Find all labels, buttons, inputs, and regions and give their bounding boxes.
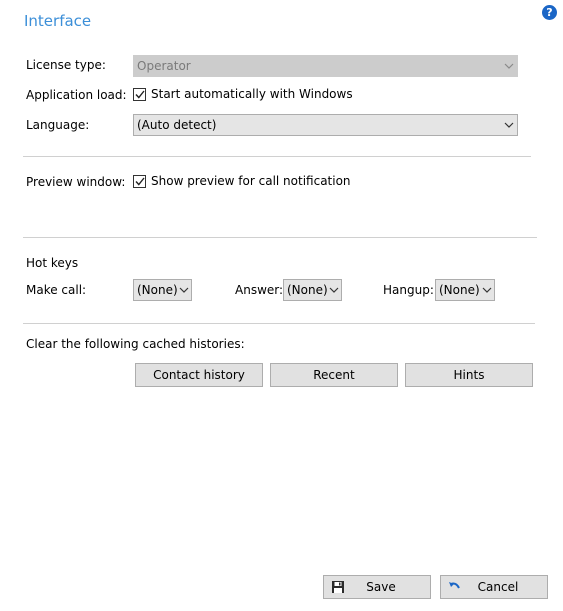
hangup-hotkey-select[interactable]: (None) [435,279,495,301]
clear-cache-heading: Clear the following cached histories: [26,337,245,351]
section-divider [23,237,537,238]
answer-hotkey-select[interactable]: (None) [283,279,342,301]
answer-value: (None) [287,283,328,297]
license-type-select: Operator [133,55,518,77]
chevron-down-icon [178,280,191,300]
clear-hints-button[interactable]: Hints [405,363,533,387]
hangup-label: Hangup: [383,283,434,297]
start-automatically-option[interactable]: Start automatically with Windows [133,87,353,101]
save-button[interactable]: Save [323,575,431,599]
make-call-hotkey-select[interactable]: (None) [133,279,192,301]
clear-contact-history-button[interactable]: Contact history [135,363,263,387]
application-load-label: Application load: [26,88,127,102]
hot-keys-heading: Hot keys [26,256,79,270]
cancel-button-label: Cancel [477,580,519,594]
license-type-value: Operator [137,59,191,73]
interface-settings-panel: Interface ? License type: Operator Appli… [0,0,563,611]
section-divider [23,323,535,324]
start-automatically-label: Start automatically with Windows [151,87,353,101]
show-preview-option[interactable]: Show preview for call notification [133,174,351,188]
show-preview-label: Show preview for call notification [151,174,351,188]
show-preview-checkbox[interactable] [133,174,146,188]
floppy-disk-icon [330,579,346,595]
clear-recent-button[interactable]: Recent [270,363,398,387]
save-button-label: Save [366,580,396,594]
answer-label: Answer: [235,283,284,297]
chevron-down-icon [501,115,517,135]
language-label: Language: [26,118,90,132]
chevron-down-icon [328,280,341,300]
cancel-button[interactable]: Cancel [440,575,548,599]
language-select[interactable]: (Auto detect) [133,114,518,136]
language-value: (Auto detect) [137,118,217,132]
checkmark-icon [134,90,145,99]
help-icon[interactable]: ? [542,5,557,20]
license-type-label: License type: [26,58,106,72]
make-call-value: (None) [137,283,178,297]
hangup-value: (None) [439,283,480,297]
undo-arrow-icon [447,579,463,595]
chevron-down-icon [480,280,494,300]
checkmark-icon [134,177,145,186]
section-divider [23,156,531,157]
start-automatically-checkbox[interactable] [133,87,146,101]
chevron-down-icon [501,56,517,76]
make-call-label: Make call: [26,283,87,297]
preview-window-label: Preview window: [26,175,126,189]
page-title: Interface [24,12,92,30]
